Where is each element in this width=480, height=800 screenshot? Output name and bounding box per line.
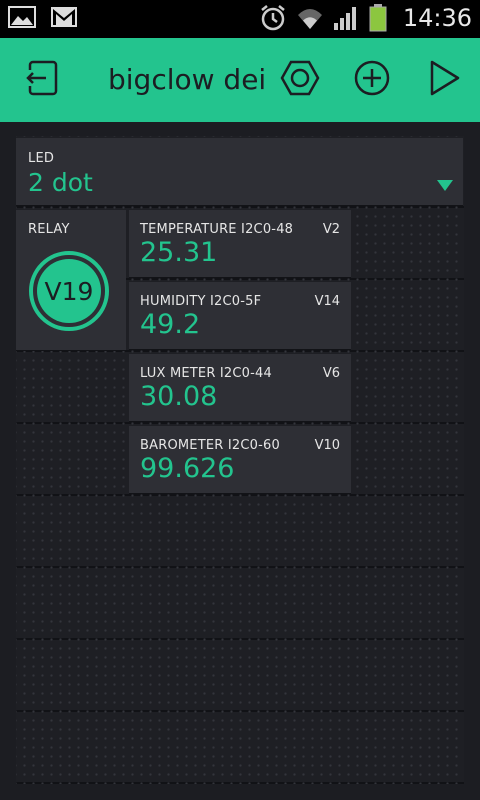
relay-toggle-button[interactable]: V19 [29, 251, 109, 331]
display-label: BAROMETER I2C0-60 [140, 438, 280, 453]
gallery-icon [8, 6, 36, 28]
play-icon [424, 58, 464, 102]
settings-hex-icon [280, 58, 320, 102]
led-label: LED [28, 151, 55, 166]
widget-canvas[interactable]: LED 2 dot RELAY V19 TEMPERATURE I2C0-48 … [16, 136, 464, 784]
dropdown-arrow-icon[interactable] [437, 180, 453, 191]
relay-pin: V19 [37, 259, 101, 323]
led-dropdown-widget[interactable]: LED 2 dot [16, 138, 463, 205]
gmail-icon [50, 6, 78, 28]
display-label: TEMPERATURE I2C0-48 [140, 222, 294, 237]
display-value: 25.31 [140, 237, 218, 268]
play-button[interactable] [422, 58, 466, 102]
display-pin: V2 [322, 222, 340, 237]
relay-label: RELAY [28, 222, 70, 237]
display-label: HUMIDITY I2C0-5F [140, 294, 262, 309]
add-widget-icon [352, 58, 392, 102]
status-time: 14:36 [402, 4, 472, 32]
display-pin: V14 [314, 294, 340, 309]
wifi-icon [297, 5, 323, 31]
display-value: 99.626 [140, 453, 235, 484]
alarm-icon [259, 4, 287, 32]
exit-button[interactable] [20, 58, 64, 102]
value-display-lux[interactable]: LUX METER I2C0-44 V6 30.08 [129, 354, 351, 421]
display-value: 49.2 [140, 309, 201, 340]
relay-button-widget[interactable]: RELAY V19 [16, 210, 126, 350]
display-pin: V6 [322, 366, 340, 381]
signal-icon [333, 5, 359, 31]
display-value: 30.08 [140, 381, 218, 412]
battery-icon [369, 4, 387, 32]
display-label: LUX METER I2C0-44 [140, 366, 272, 381]
project-title: bigclow dei [108, 63, 264, 96]
app-bar: bigclow dei [0, 38, 480, 122]
value-display-humidity[interactable]: HUMIDITY I2C0-5F V14 49.2 [129, 282, 351, 349]
status-bar: 14:36 [0, 0, 480, 38]
settings-button[interactable] [278, 58, 322, 102]
display-pin: V10 [314, 438, 340, 453]
add-widget-button[interactable] [350, 58, 394, 102]
exit-icon [22, 58, 62, 102]
value-display-barometer[interactable]: BAROMETER I2C0-60 V10 99.626 [129, 426, 351, 493]
led-value: 2 dot [28, 168, 93, 197]
value-display-temperature[interactable]: TEMPERATURE I2C0-48 V2 25.31 [129, 210, 351, 277]
